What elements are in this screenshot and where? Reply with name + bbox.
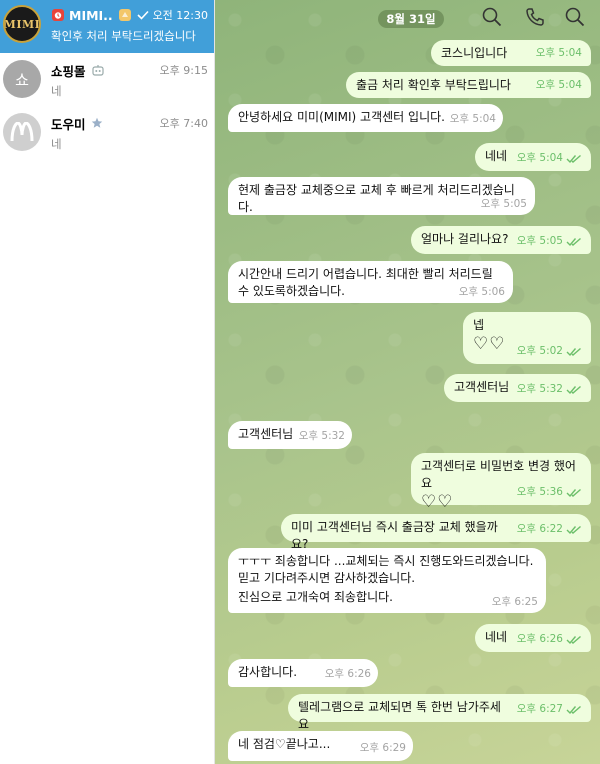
message-bubble-outgoing[interactable]: 얼마나 걸리나요? 오후 5:05 (411, 226, 591, 254)
message-text: 네 점검♡끝나고... (238, 737, 331, 751)
message-text: 출금 처리 확인후 부탁드립니다 (356, 78, 511, 92)
chat-preview: 네 (51, 137, 62, 151)
check-icon (136, 10, 149, 20)
chat-time: 오전 12:30 (152, 9, 208, 22)
search-icon[interactable] (563, 5, 587, 29)
chat-window: 8월 31일 코스니입니다 오후 5:04 출금 처리 확인후 부탁드립니다 오… (215, 0, 600, 764)
double-check-icon (566, 635, 581, 644)
chat-preview: 네 (51, 84, 62, 98)
chat-name: 쇼핑몰 (51, 63, 86, 79)
chat-time: 오후 9:15 (159, 64, 208, 77)
message-time: 오후 6:22 (516, 523, 563, 535)
double-check-icon (566, 347, 581, 356)
message-time: 오후 5:04 (535, 47, 582, 59)
chat-preview: 확인후 처리 부탁드리겠습니다 (51, 29, 196, 43)
star-icon (91, 117, 103, 129)
message-bubble-outgoing[interactable]: 고객센터님 오후 5:32 (444, 374, 591, 402)
message-text: 고객센터님 (454, 380, 510, 394)
message-text: 안녕하세요 미미(MIMI) 고객센터 입니다. (238, 110, 445, 124)
message-text: 코스니입니다 (441, 46, 508, 60)
message-time: 오후 5:05 (480, 198, 527, 210)
chat-item-mimi[interactable]: MIMI MIMI... 오전 12:30 확인후 처리 부탁드리겠습니다 (0, 0, 214, 53)
message-bubble-outgoing[interactable]: 텔레그램으로 교체되면 톡 한번 남가주세요 오후 6:27 (288, 694, 591, 731)
message-bubble-outgoing[interactable]: 네네 오후 5:04 (475, 143, 591, 171)
message-bubble-incoming[interactable]: 현제 출금장 교체중으로 교체 후 빠르게 처리드리겠습니다. 오후 5:05 (228, 177, 535, 215)
message-text: 시간안내 드리기 어렵습니다. 최대한 빨리 처리드릴 수 있도록하겠습니다. (238, 267, 493, 298)
message-time: 오후 5:36 (516, 486, 563, 498)
message-bubble-incoming[interactable]: 네 점검♡끝나고... 오후 6:29 (228, 731, 413, 761)
helper-avatar (3, 113, 41, 151)
message-bubble-incoming[interactable]: 시간안내 드리기 어렵습니다. 최대한 빨리 처리드릴 수 있도록하겠습니다. … (228, 261, 513, 303)
message-text: 얼마나 걸리나요? (421, 232, 509, 246)
message-time: 오후 6:25 (491, 596, 538, 608)
double-check-icon (566, 154, 581, 163)
message-time: 오후 5:04 (449, 113, 496, 125)
message-bubble-outgoing[interactable]: 넵 ♡♡ 오후 5:02 (463, 312, 591, 364)
mimi-avatar: MIMI (3, 5, 41, 43)
message-bubble-outgoing[interactable]: 고객센터로 비밀번호 변경 했어요 ♡♡ 오후 5:36 (411, 453, 591, 512)
shoppingmall-avatar: 쇼 (3, 60, 41, 98)
mimi-avatar-text: MIMI (3, 17, 41, 31)
double-check-icon (566, 488, 581, 497)
message-time: 오후 6:27 (516, 703, 563, 715)
double-check-icon (566, 237, 581, 246)
chat-name: 도우미 (51, 116, 86, 132)
message-text: 감사합니다. (238, 665, 298, 679)
chat-item-helper[interactable]: 도우미 오후 7:40 네 (0, 108, 214, 161)
message-time: 오후 5:05 (516, 235, 563, 247)
double-check-icon (566, 385, 581, 394)
message-time: 오후 5:32 (516, 383, 563, 395)
message-bubble-outgoing[interactable]: 네네 오후 6:26 (475, 624, 591, 652)
message-time: 오후 5:04 (535, 79, 582, 91)
bot-icon (91, 64, 105, 76)
shoppingmall-avatar-text: 쇼 (15, 70, 29, 89)
message-time: 오후 6:26 (324, 668, 371, 680)
double-check-icon (566, 705, 581, 714)
date-separator: 8월 31일 (378, 10, 444, 28)
chat-item-shoppingmall[interactable]: 쇼 쇼핑몰 오후 9:15 네 (0, 55, 214, 108)
message-time: 오후 5:02 (516, 345, 563, 357)
message-bubble-outgoing[interactable]: 출금 처리 확인후 부탁드립니다 오후 5:04 (346, 72, 591, 98)
message-time: 오후 5:06 (458, 286, 505, 298)
message-text: ㅜㅜㅜ 죄송합니다 ...교체되는 즉시 진행도와드리겠습니다. 믿고 기다려주… (238, 554, 534, 585)
message-text: 네네 (485, 149, 508, 163)
message-time: 오후 6:29 (359, 742, 406, 754)
phone-icon[interactable] (523, 5, 547, 29)
message-text: 미미 고객센터님 즉시 출금장 교체 했을까요? (291, 520, 498, 551)
message-time: 오후 5:04 (516, 152, 563, 164)
message-bubble-incoming[interactable]: ㅜㅜㅜ 죄송합니다 ...교체되는 즉시 진행도와드리겠습니다. 믿고 기다려주… (228, 548, 546, 613)
message-text: 넵 (473, 318, 485, 332)
message-bubble-outgoing[interactable]: 미미 고객센터님 즉시 출금장 교체 했을까요? 오후 6:22 (281, 514, 591, 551)
message-bubble-incoming[interactable]: 안녕하세요 미미(MIMI) 고객센터 입니다. 오후 5:04 (228, 104, 503, 132)
double-check-icon (566, 525, 581, 534)
chat-name: MIMI... (69, 7, 113, 23)
message-text: 네네 (485, 630, 508, 644)
alarm-clock-icon (51, 8, 65, 22)
message-bubble-incoming[interactable]: 고객센터님 오후 5:32 (228, 421, 352, 449)
message-bubble-incoming[interactable]: 감사합니다. 오후 6:26 (228, 659, 378, 687)
chat-time: 오후 7:40 (159, 117, 208, 130)
mcdonalds-logo-icon (10, 122, 34, 142)
chat-list-sidebar: MIMI MIMI... 오전 12:30 확인후 처리 부탁드리겠습니다 쇼 … (0, 0, 215, 764)
message-time: 오후 6:26 (516, 633, 563, 645)
search-icon[interactable] (480, 5, 504, 29)
message-text: 텔레그램으로 교체되면 톡 한번 남가주세요 (298, 700, 501, 731)
message-text: 고객센터님 (238, 427, 294, 441)
message-text: 현제 출금장 교체중으로 교체 후 빠르게 처리드리겠습니다. (238, 183, 515, 214)
hand-emoji-icon (118, 8, 132, 22)
message-bubble-outgoing[interactable]: 코스니입니다 오후 5:04 (431, 40, 591, 66)
message-time: 오후 5:32 (298, 430, 345, 442)
